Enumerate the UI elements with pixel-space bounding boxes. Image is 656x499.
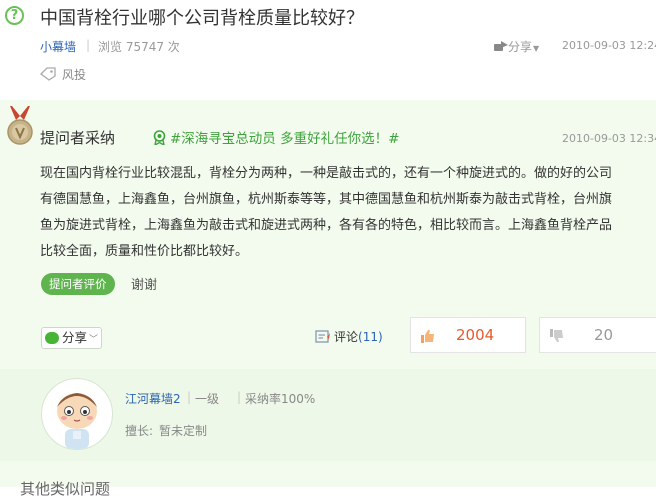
chevron-down-icon: ﹀	[89, 335, 99, 345]
asker-accepted-label: 提问者采纳	[40, 129, 116, 147]
specialty-label: 擅长:	[125, 424, 154, 438]
answer-date: 2010-09-03 12:34	[562, 132, 656, 145]
question-title: 中国背栓行业哪个公司背栓质量比较好？	[40, 8, 364, 29]
specialty-value: 暂未定制	[159, 424, 208, 438]
similar-questions-heading: 其他类似问题	[20, 480, 111, 498]
downvote-button[interactable]: 20	[539, 317, 656, 353]
tag-icon	[40, 67, 56, 81]
tag[interactable]: 风投	[40, 66, 86, 83]
adoption-rate: 采纳率100%	[245, 392, 316, 406]
medal-icon	[6, 106, 34, 152]
meta-divider: |	[187, 390, 192, 404]
answerer-level: 一级	[195, 392, 220, 406]
share-label: 分享	[508, 40, 533, 54]
answer-text: 现在国内背栓行业比较混乱，背栓分为两种，一种是敲击式的，还有一个种旋进式的。做的…	[40, 161, 656, 265]
answer-line: 比较全面，质量和性价比都比较好。	[40, 244, 249, 259]
question-icon: ?	[5, 6, 24, 25]
answer-line: 鱼为旋进式背栓，上海鑫鱼为敲击式和旋进式两种，各有各的特色，相比较而言。上海鑫鱼…	[40, 218, 613, 233]
upvote-button[interactable]: 2004	[410, 317, 526, 353]
answer-line: 有德国慧鱼，上海鑫鱼，台州旗鱼，杭州斯泰等等，其中德国慧鱼和杭州斯泰为敲击式背栓…	[40, 192, 613, 207]
promo-text: #深海寻宝总动员 多重好礼任你选！#	[170, 131, 400, 147]
avatar[interactable]	[41, 378, 113, 450]
chevron-down-icon: ▼	[533, 44, 540, 53]
comment-icon	[315, 330, 330, 343]
evaluation-text: 谢谢	[131, 278, 158, 293]
share-button-label: 分享	[62, 330, 88, 345]
asker-evaluation-button[interactable]: 提问者评价	[41, 273, 115, 295]
meta-divider: |	[237, 390, 242, 404]
share-dropdown-top[interactable]: 分享▼	[494, 38, 539, 55]
answer-line: 现在国内背栓行业比较混乱，背栓分为两种，一种是敲击式的，还有一个种旋进式的。做的…	[40, 166, 613, 181]
thumbs-up-icon	[421, 330, 434, 343]
comment-count: (11)	[358, 330, 383, 344]
meta-divider: |	[86, 38, 91, 52]
tag-label: 风投	[62, 68, 87, 82]
share-button[interactable]: 分享 ﹀	[41, 327, 103, 349]
downvote-count: 20	[594, 326, 614, 344]
promo-link[interactable]: #深海寻宝总动员 多重好礼任你选！#	[152, 127, 399, 147]
comment-label: 评论	[334, 330, 359, 344]
author-link[interactable]: 小幕墙	[40, 38, 76, 55]
comment-button[interactable]: 评论(11)	[315, 328, 383, 345]
view-count: 浏览 75747 次	[98, 40, 180, 54]
answerer-specialty: 擅长: 暂未定制	[125, 422, 207, 439]
award-icon	[153, 130, 166, 147]
answerer-name-link[interactable]: 江河幕墙2	[125, 390, 181, 407]
wechat-icon	[45, 332, 59, 344]
upvote-count: 2004	[456, 326, 495, 344]
share-icon	[494, 41, 508, 51]
thumbs-down-icon	[550, 329, 563, 342]
question-date: 2010-09-03 12:24	[562, 39, 656, 52]
